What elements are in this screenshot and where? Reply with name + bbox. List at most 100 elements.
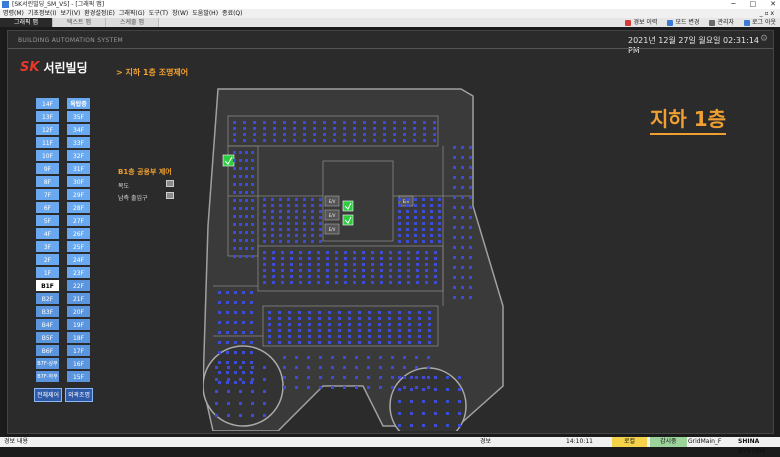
light-fixture[interactable] — [295, 210, 298, 213]
light-fixture[interactable] — [242, 371, 245, 374]
light-fixture[interactable] — [469, 296, 472, 299]
light-fixture[interactable] — [233, 215, 236, 218]
light-fixture[interactable] — [398, 281, 401, 284]
light-fixture[interactable] — [308, 263, 311, 266]
light-fixture[interactable] — [303, 204, 306, 207]
floor-button[interactable]: B2F — [35, 292, 60, 305]
light-fixture[interactable] — [288, 329, 291, 332]
light-fixture[interactable] — [234, 341, 237, 344]
light-fixture[interactable] — [263, 222, 266, 225]
light-fixture[interactable] — [245, 199, 248, 202]
light-fixture[interactable] — [433, 139, 436, 142]
light-fixture[interactable] — [226, 311, 229, 314]
light-fixture[interactable] — [358, 311, 361, 314]
light-fixture[interactable] — [263, 198, 266, 201]
floor-button[interactable]: 13F — [35, 110, 60, 123]
light-fixture[interactable] — [317, 275, 320, 278]
tab-graphic-map[interactable]: 그래픽 맵 — [0, 18, 53, 27]
light-fixture[interactable] — [245, 183, 248, 186]
light-fixture[interactable] — [398, 210, 401, 213]
light-fixture[interactable] — [406, 210, 409, 213]
light-fixture[interactable] — [227, 390, 230, 393]
light-fixture[interactable] — [268, 317, 271, 320]
light-fixture[interactable] — [303, 222, 306, 225]
light-fixture[interactable] — [383, 133, 386, 136]
light-fixture[interactable] — [422, 210, 425, 213]
light-fixture[interactable] — [290, 263, 293, 266]
light-fixture[interactable] — [461, 236, 464, 239]
light-fixture[interactable] — [319, 222, 322, 225]
light-fixture[interactable] — [308, 251, 311, 254]
floor-button[interactable]: B5F — [35, 331, 60, 344]
light-fixture[interactable] — [398, 400, 401, 403]
light-fixture[interactable] — [251, 175, 254, 178]
light-fixture[interactable] — [293, 127, 296, 130]
light-fixture[interactable] — [218, 321, 221, 324]
light-fixture[interactable] — [263, 275, 266, 278]
light-fixture[interactable] — [319, 376, 322, 379]
light-fixture[interactable] — [430, 198, 433, 201]
light-fixture[interactable] — [293, 121, 296, 124]
light-fixture[interactable] — [317, 257, 320, 260]
light-fixture[interactable] — [323, 121, 326, 124]
light-fixture[interactable] — [233, 183, 236, 186]
light-fixture[interactable] — [408, 317, 411, 320]
light-fixture[interactable] — [398, 341, 401, 344]
light-fixture[interactable] — [388, 317, 391, 320]
light-fixture[interactable] — [414, 228, 417, 231]
light-fixture[interactable] — [458, 376, 461, 379]
light-fixture[interactable] — [406, 204, 409, 207]
light-fixture[interactable] — [379, 356, 382, 359]
light-fixture[interactable] — [333, 121, 336, 124]
light-fixture[interactable] — [403, 386, 406, 389]
light-fixture[interactable] — [311, 216, 314, 219]
light-fixture[interactable] — [414, 210, 417, 213]
light-fixture[interactable] — [298, 329, 301, 332]
light-fixture[interactable] — [379, 366, 382, 369]
light-fixture[interactable] — [461, 266, 464, 269]
light-fixture[interactable] — [234, 301, 237, 304]
light-fixture[interactable] — [319, 386, 322, 389]
light-fixture[interactable] — [371, 251, 374, 254]
light-fixture[interactable] — [348, 341, 351, 344]
light-fixture[interactable] — [418, 323, 421, 326]
light-fixture[interactable] — [469, 256, 472, 259]
light-fixture[interactable] — [428, 317, 431, 320]
light-fixture[interactable] — [288, 323, 291, 326]
light-fixture[interactable] — [233, 139, 236, 142]
corridor-switch[interactable] — [166, 180, 174, 187]
light-fixture[interactable] — [283, 139, 286, 142]
light-fixture[interactable] — [242, 331, 245, 334]
light-fixture[interactable] — [469, 246, 472, 249]
light-fixture[interactable] — [461, 276, 464, 279]
light-fixture[interactable] — [263, 240, 266, 243]
light-fixture[interactable] — [239, 378, 242, 381]
light-fixture[interactable] — [398, 257, 401, 260]
light-fixture[interactable] — [398, 222, 401, 225]
floor-button[interactable]: 23F — [66, 266, 91, 279]
light-fixture[interactable] — [388, 323, 391, 326]
light-fixture[interactable] — [418, 341, 421, 344]
light-fixture[interactable] — [215, 366, 218, 369]
light-fixture[interactable] — [299, 263, 302, 266]
light-fixture[interactable] — [438, 234, 441, 237]
light-fixture[interactable] — [438, 210, 441, 213]
light-fixture[interactable] — [303, 121, 306, 124]
light-fixture[interactable] — [353, 275, 356, 278]
light-fixture[interactable] — [318, 329, 321, 332]
light-fixture[interactable] — [323, 133, 326, 136]
light-fixture[interactable] — [242, 361, 245, 364]
light-fixture[interactable] — [283, 386, 286, 389]
light-fixture[interactable] — [318, 317, 321, 320]
light-fixture[interactable] — [416, 257, 419, 260]
light-fixture[interactable] — [403, 139, 406, 142]
light-fixture[interactable] — [323, 127, 326, 130]
light-fixture[interactable] — [430, 222, 433, 225]
light-fixture[interactable] — [243, 139, 246, 142]
light-fixture[interactable] — [243, 133, 246, 136]
light-fixture[interactable] — [391, 386, 394, 389]
light-fixture[interactable] — [388, 311, 391, 314]
light-fixture[interactable] — [279, 228, 282, 231]
light-fixture[interactable] — [271, 222, 274, 225]
light-fixture[interactable] — [461, 296, 464, 299]
